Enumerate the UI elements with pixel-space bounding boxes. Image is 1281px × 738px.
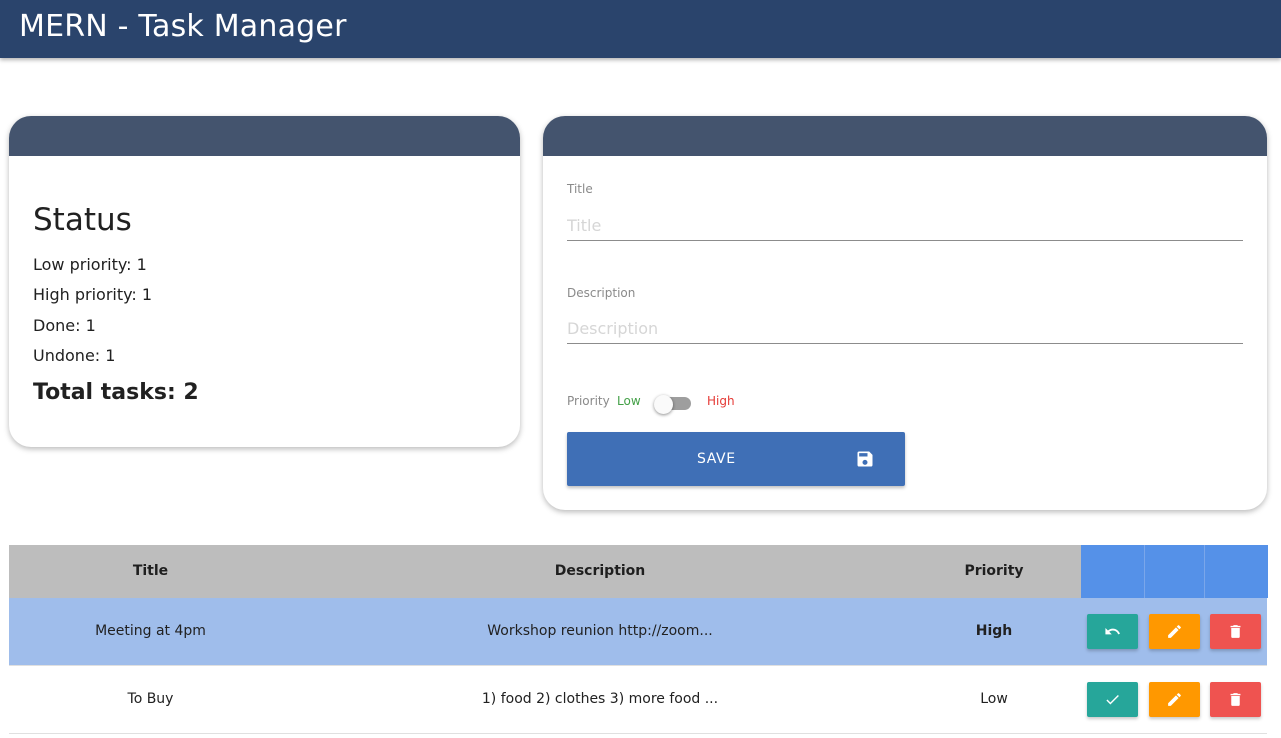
priority-label: Priority [567, 394, 610, 408]
trash-icon [1230, 625, 1241, 638]
column-header-title: Title [132, 563, 169, 579]
task-form-card: Title Description Priority Low High SAVE [543, 116, 1267, 510]
priority-high-label: High [707, 394, 735, 408]
title-input[interactable] [567, 210, 1243, 241]
table-row: Meeting at 4pm Workshop reunion http://z… [9, 598, 1267, 666]
delete-task-button[interactable] [1210, 682, 1261, 717]
row-title: Meeting at 4pm [95, 623, 206, 639]
row-priority: High [975, 623, 1013, 639]
save-button-label: SAVE [697, 451, 736, 467]
status-done: Done: 1 [33, 316, 96, 335]
priority-low-label: Low [617, 394, 641, 408]
trash-icon [1230, 693, 1241, 706]
undo-icon [1105, 627, 1120, 635]
column-header-description: Description [554, 563, 646, 579]
pencil-icon [1168, 625, 1181, 638]
check-icon [1106, 694, 1119, 705]
row-title: To Buy [127, 691, 174, 707]
status-card: Status Low priority: 1 High priority: 1 … [9, 116, 520, 447]
app-bar: MERN - Task Manager [0, 0, 1281, 58]
edit-task-button[interactable] [1149, 614, 1200, 649]
table-header: Title Description Priority [9, 545, 1268, 598]
description-field-label: Description [567, 286, 636, 300]
status-title: Status [33, 202, 132, 238]
pencil-icon [1168, 693, 1181, 706]
column-header-delete-action [1204, 545, 1268, 598]
column-header-priority: Priority [964, 563, 1024, 579]
priority-toggle[interactable] [654, 395, 691, 414]
status-low-priority: Low priority: 1 [33, 255, 147, 274]
delete-task-button[interactable] [1210, 614, 1261, 649]
description-input[interactable] [567, 313, 1243, 344]
row-description: 1) food 2) clothes 3) more food ... [481, 691, 719, 707]
table-row: To Buy 1) food 2) clothes 3) more food .… [9, 666, 1267, 734]
status-high-priority: High priority: 1 [33, 285, 153, 304]
priority-toggle-thumb[interactable] [654, 395, 673, 414]
status-total: Total tasks: 2 [33, 380, 199, 405]
column-header-edit-action [1144, 545, 1205, 598]
title-field-label: Title [567, 182, 593, 196]
mark-undone-button[interactable] [1087, 614, 1138, 649]
status-card-header [9, 116, 520, 156]
status-undone: Undone: 1 [33, 346, 116, 365]
app-title: MERN - Task Manager [19, 9, 347, 44]
row-priority: Low [980, 691, 1008, 707]
row-description: Workshop reunion http://zoom... [487, 623, 713, 639]
save-button[interactable]: SAVE [567, 432, 905, 486]
floppy-disk-icon [857, 451, 873, 467]
mark-done-button[interactable] [1087, 682, 1138, 717]
column-header-status-action [1081, 545, 1144, 598]
form-card-header [543, 116, 1267, 156]
edit-task-button[interactable] [1149, 682, 1200, 717]
task-table: Title Description Priority Meeting at 4p… [9, 545, 1268, 734]
